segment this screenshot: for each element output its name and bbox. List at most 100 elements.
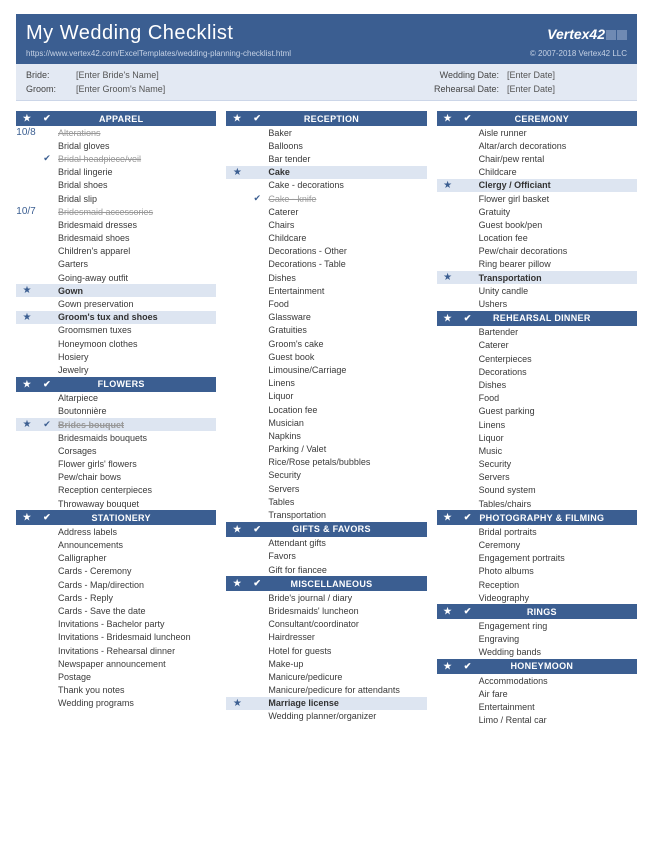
checklist-item[interactable]: 10/7Bridesmaid accessories — [16, 205, 216, 218]
checklist-item[interactable]: Food — [437, 392, 637, 405]
checklist-item[interactable]: Aisle runner — [437, 126, 637, 139]
check-icon[interactable]: ✔ — [248, 193, 266, 204]
checklist-item[interactable]: Location fee — [437, 232, 637, 245]
checklist-item[interactable]: Tables — [226, 495, 426, 508]
checklist-item[interactable]: Reception — [437, 578, 637, 591]
checklist-item[interactable]: Announcements — [16, 538, 216, 551]
checklist-item[interactable]: Honeymoon clothes — [16, 337, 216, 350]
checklist-item[interactable]: ★Clergy / Officiant — [437, 179, 637, 192]
check-icon[interactable]: ✔ — [38, 419, 56, 430]
checklist-item[interactable]: Gift for fiancee — [226, 563, 426, 576]
checklist-item[interactable]: Parking / Valet — [226, 443, 426, 456]
checklist-item[interactable]: Bridal gloves — [16, 139, 216, 152]
checklist-item[interactable]: Invitations - Rehearsal dinner — [16, 644, 216, 657]
checklist-item[interactable]: Childcare — [437, 166, 637, 179]
checklist-item[interactable]: Guest parking — [437, 405, 637, 418]
checklist-item[interactable]: Bar tender — [226, 152, 426, 165]
checklist-item[interactable]: Invitations - Bachelor party — [16, 618, 216, 631]
checklist-item[interactable]: Groomsmen tuxes — [16, 324, 216, 337]
checklist-item[interactable]: Glassware — [226, 311, 426, 324]
checklist-item[interactable]: Favors — [226, 550, 426, 563]
checklist-item[interactable]: Napkins — [226, 429, 426, 442]
checklist-item[interactable]: Bridesmaid shoes — [16, 232, 216, 245]
checklist-item[interactable]: Thank you notes — [16, 684, 216, 697]
checklist-item[interactable]: Guest book/pen — [437, 218, 637, 231]
checklist-item[interactable]: ★Gown — [16, 284, 216, 297]
checklist-item[interactable]: Corsages — [16, 444, 216, 457]
checklist-item[interactable]: Centerpieces — [437, 352, 637, 365]
checklist-item[interactable]: Air fare — [437, 687, 637, 700]
checklist-item[interactable]: Engagement portraits — [437, 552, 637, 565]
checklist-item[interactable]: ★✔Brides bouquet — [16, 418, 216, 431]
checklist-item[interactable]: Tables/chairs — [437, 497, 637, 510]
checklist-item[interactable]: Music — [437, 444, 637, 457]
checklist-item[interactable]: Dishes — [226, 271, 426, 284]
checklist-item[interactable]: Decorations — [437, 365, 637, 378]
checklist-item[interactable]: Food — [226, 297, 426, 310]
checklist-item[interactable]: Entertainment — [226, 284, 426, 297]
checklist-item[interactable]: Decorations - Table — [226, 258, 426, 271]
checklist-item[interactable]: Bridesmaids bouquets — [16, 431, 216, 444]
checklist-item[interactable]: Boutonnière — [16, 405, 216, 418]
checklist-item[interactable]: Postage — [16, 670, 216, 683]
checklist-item[interactable]: Security — [226, 469, 426, 482]
checklist-item[interactable]: Flower girls' flowers — [16, 458, 216, 471]
checklist-item[interactable]: Garters — [16, 258, 216, 271]
checklist-item[interactable]: Bridal slip — [16, 192, 216, 205]
checklist-item[interactable]: Consultant/coordinator — [226, 618, 426, 631]
checklist-item[interactable]: Pew/chair bows — [16, 471, 216, 484]
checklist-item[interactable]: Dishes — [437, 378, 637, 391]
checklist-item[interactable]: Balloons — [226, 139, 426, 152]
checklist-item[interactable]: Hosiery — [16, 350, 216, 363]
checklist-item[interactable]: Manicure/pedicure — [226, 670, 426, 683]
checklist-item[interactable]: Photo albums — [437, 565, 637, 578]
checklist-item[interactable]: Baker — [226, 126, 426, 139]
checklist-item[interactable]: Bridal lingerie — [16, 166, 216, 179]
checklist-item[interactable]: Altarpiece — [16, 392, 216, 405]
bride-value[interactable]: [Enter Bride's Name] — [76, 70, 159, 80]
checklist-item[interactable]: Hotel for guests — [226, 644, 426, 657]
checklist-item[interactable]: Videography — [437, 591, 637, 604]
checklist-item[interactable]: Transportation — [226, 508, 426, 521]
checklist-item[interactable]: Address labels — [16, 525, 216, 538]
checklist-item[interactable]: Servers — [437, 471, 637, 484]
checklist-item[interactable]: Limo / Rental car — [437, 714, 637, 727]
checklist-item[interactable]: Bridal shoes — [16, 179, 216, 192]
checklist-item[interactable]: Cards - Save the date — [16, 604, 216, 617]
checklist-item[interactable]: Reception centerpieces — [16, 484, 216, 497]
checklist-item[interactable]: Altar/arch decorations — [437, 139, 637, 152]
checklist-item[interactable]: Linens — [226, 377, 426, 390]
checklist-item[interactable]: Children's apparel — [16, 245, 216, 258]
checklist-item[interactable]: Going-away outfit — [16, 271, 216, 284]
checklist-item[interactable]: Ring bearer pillow — [437, 258, 637, 271]
checklist-item[interactable]: Ushers — [437, 297, 637, 310]
checklist-item[interactable]: Entertainment — [437, 700, 637, 713]
checklist-item[interactable]: Location fee — [226, 403, 426, 416]
checklist-item[interactable]: Bridesmaid dresses — [16, 218, 216, 231]
checklist-item[interactable]: Accommodations — [437, 674, 637, 687]
checklist-item[interactable]: Throwaway bouquet — [16, 497, 216, 510]
checklist-item[interactable]: Wedding programs — [16, 697, 216, 710]
checklist-item[interactable]: Liquor — [226, 390, 426, 403]
checklist-item[interactable]: 10/8Alterations — [16, 126, 216, 139]
checklist-item[interactable]: Gratuities — [226, 324, 426, 337]
checklist-item[interactable]: Liquor — [437, 431, 637, 444]
checklist-item[interactable]: Bride's journal / diary — [226, 591, 426, 604]
checklist-item[interactable]: Cards - Ceremony — [16, 565, 216, 578]
checklist-item[interactable]: Bridesmaids' luncheon — [226, 604, 426, 617]
checklist-item[interactable]: Attendant gifts — [226, 537, 426, 550]
checklist-item[interactable]: Unity candle — [437, 284, 637, 297]
checklist-item[interactable]: Sound system — [437, 484, 637, 497]
checklist-item[interactable]: Ceremony — [437, 538, 637, 551]
checklist-item[interactable]: ★Transportation — [437, 271, 637, 284]
checklist-item[interactable]: Hairdresser — [226, 631, 426, 644]
checklist-item[interactable]: Manicure/pedicure for attendants — [226, 684, 426, 697]
check-icon[interactable]: ✔ — [38, 153, 56, 164]
checklist-item[interactable]: Groom's cake — [226, 337, 426, 350]
rehearsal-date-value[interactable]: [Enter Date] — [507, 84, 555, 94]
checklist-item[interactable]: ★Groom's tux and shoes — [16, 311, 216, 324]
checklist-item[interactable]: Invitations - Bridesmaid luncheon — [16, 631, 216, 644]
checklist-item[interactable]: Wedding bands — [437, 646, 637, 659]
checklist-item[interactable]: Calligrapher — [16, 552, 216, 565]
checklist-item[interactable]: Gratuity — [437, 205, 637, 218]
